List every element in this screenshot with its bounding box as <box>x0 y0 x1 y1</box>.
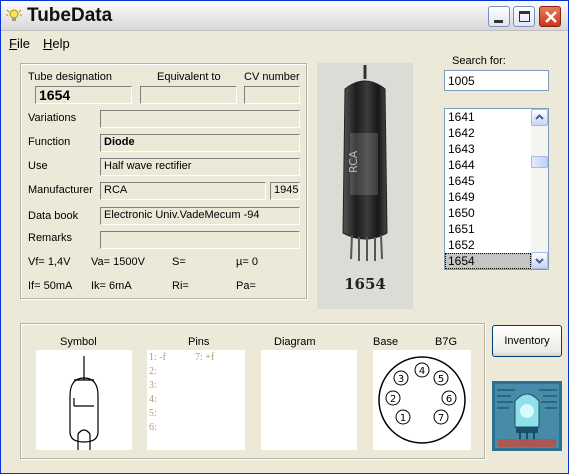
list-item[interactable]: 1642 <box>445 125 531 141</box>
remarks-field[interactable] <box>100 231 300 249</box>
maximize-icon <box>519 11 530 22</box>
param-pa: Pa= <box>236 280 256 292</box>
label-function: Function <box>28 136 71 148</box>
base-pin-5: 5 <box>438 374 444 385</box>
label-diagram: Diagram <box>274 336 316 348</box>
maximize-button[interactable] <box>513 6 535 27</box>
details-group: Tube designation Equivalent to CV number… <box>20 63 307 299</box>
menu-file[interactable]: File <box>9 36 30 51</box>
base-pin-7: 7 <box>438 413 444 424</box>
app-window: TubeData File Help Tube designation Equi… <box>0 0 569 474</box>
scroll-down-button[interactable] <box>531 252 548 269</box>
scroll-down-icon <box>535 258 544 264</box>
list-item[interactable]: 1643 <box>445 141 531 157</box>
param-mu: µ= 0 <box>236 256 258 268</box>
year-field[interactable]: 1945 <box>270 182 300 200</box>
pin-2: 2: <box>149 366 157 377</box>
label-pins: Pins <box>188 336 210 348</box>
base-panel: 1 2 3 4 5 6 7 <box>373 350 471 450</box>
param-vf: Vf= 1,4V <box>28 256 71 268</box>
label-base-type: B7G <box>435 336 458 348</box>
list-item[interactable]: 1645 <box>445 173 531 189</box>
symbol-panel <box>36 350 132 450</box>
close-icon <box>545 11 557 23</box>
list-item[interactable]: 1649 <box>445 189 531 205</box>
label-base: Base <box>373 336 399 348</box>
param-va: Va= 1500V <box>91 256 145 268</box>
label-use: Use <box>28 160 48 172</box>
scroll-up-icon <box>535 114 544 120</box>
window-title: TubeData <box>27 5 113 26</box>
pin-1: 1: -f <box>149 352 166 363</box>
close-button[interactable] <box>539 6 561 27</box>
list-item[interactable]: 1641 <box>445 109 531 125</box>
pin-3: 3: <box>149 380 157 391</box>
base-pin-2: 2 <box>390 394 396 405</box>
label-manufacturer: Manufacturer <box>28 184 93 196</box>
list-item[interactable]: 1644 <box>445 157 531 173</box>
menu-help[interactable]: Help <box>43 36 70 51</box>
list-item[interactable]: 1650 <box>445 205 531 221</box>
label-symbol: Symbol <box>60 336 97 348</box>
pin-4: 4: <box>149 394 157 405</box>
label-tube-designation: Tube designation <box>28 71 112 83</box>
list-item[interactable]: 1651 <box>445 221 531 237</box>
tube-photo: RCA 1654 <box>317 63 413 309</box>
base-pin-3: 3 <box>398 374 404 385</box>
minimize-button[interactable] <box>488 6 510 27</box>
label-variations: Variations <box>28 112 77 124</box>
diode-symbol <box>69 356 99 450</box>
bottom-group: Symbol Pins Diagram Base B7G 1: -f 7: +f… <box>20 323 485 459</box>
param-if: If= 50mA <box>28 280 73 292</box>
search-label: Search for: <box>452 55 506 67</box>
param-s: S= <box>172 256 186 268</box>
base-pin-1: 1 <box>400 413 406 424</box>
results-listbox[interactable]: 1641 1642 1643 1644 1645 1649 1650 1651 … <box>444 108 549 270</box>
scroll-thumb[interactable] <box>531 156 548 168</box>
label-data-book: Data book <box>28 210 79 222</box>
equivalent-to-field[interactable] <box>140 86 237 104</box>
inventory-button[interactable]: Inventory <box>492 325 562 357</box>
list-item[interactable]: 1652 <box>445 237 531 253</box>
variations-field[interactable] <box>100 110 300 128</box>
title-bar: TubeData <box>1 1 568 31</box>
svg-text:RCA: RCA <box>347 150 360 173</box>
results-list: 1641 1642 1643 1644 1645 1649 1650 1651 … <box>445 109 531 269</box>
list-item-selected[interactable]: 1654 <box>445 253 531 269</box>
search-input[interactable] <box>444 70 549 91</box>
tube-designation-field[interactable]: 1654 <box>35 86 132 104</box>
pins-panel: 1: -f 7: +f 2: 3: 4: 5: 6: <box>147 350 245 450</box>
manufacturer-field[interactable]: RCA <box>100 182 266 200</box>
pin-6: 6: <box>149 422 157 433</box>
diagram-panel <box>261 350 357 450</box>
label-remarks: Remarks <box>28 232 73 244</box>
label-equivalent-to: Equivalent to <box>157 71 221 83</box>
use-field[interactable]: Half wave rectifier <box>100 158 300 176</box>
param-ik: Ik= 6mA <box>91 280 132 292</box>
base-diagram: 1 2 3 4 5 6 7 <box>378 356 466 444</box>
param-ri: Ri= <box>172 280 189 292</box>
results-scrollbar[interactable] <box>531 109 548 269</box>
minimize-icon <box>494 20 503 23</box>
pin-7: 7: +f <box>195 352 215 363</box>
pin-5: 5: <box>149 408 157 419</box>
base-pin-6: 6 <box>446 394 452 405</box>
cv-number-field[interactable] <box>244 86 300 104</box>
base-pin-4: 4 <box>419 366 425 377</box>
function-field[interactable]: Diode <box>100 134 300 152</box>
data-book-field[interactable]: Electronic Univ.VadeMecum -94 <box>100 207 300 225</box>
tube-photo-caption: 1654 <box>344 275 386 293</box>
lightbulb-icon <box>6 9 22 21</box>
app-logo <box>492 381 562 451</box>
menu-bar: File Help <box>1 32 568 54</box>
scroll-up-button[interactable] <box>531 109 548 126</box>
label-cv-number: CV number <box>244 71 300 83</box>
